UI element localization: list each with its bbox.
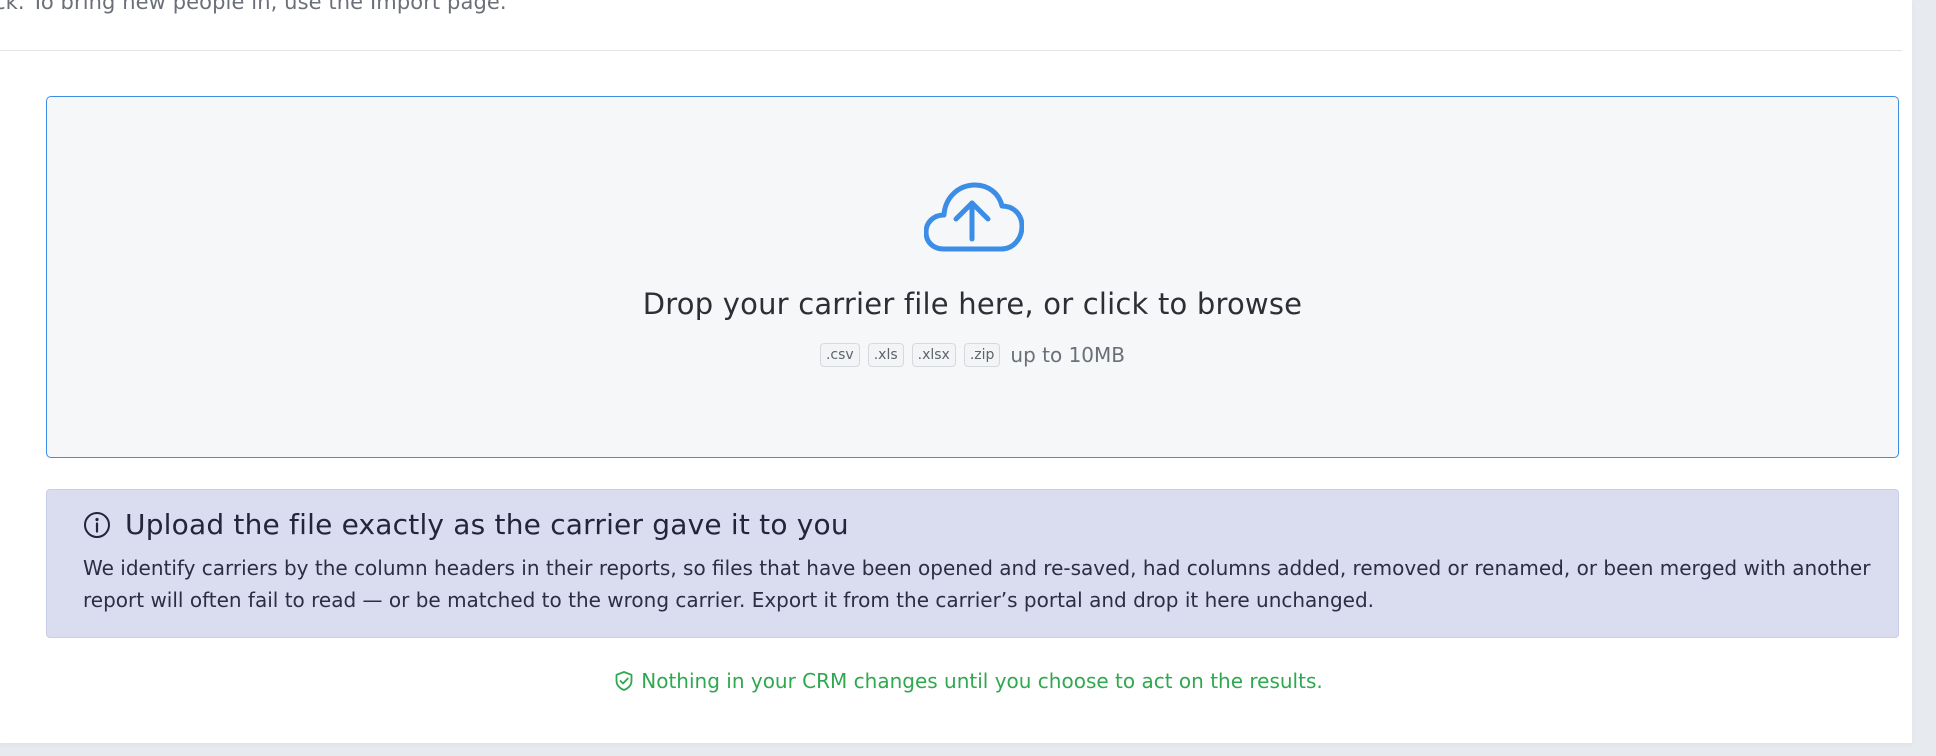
accepted-file-types: .csv .xls .xlsx .zip up to 10MB (47, 343, 1898, 367)
file-type-chip-xlsx: .xlsx (911, 343, 956, 367)
info-icon (84, 511, 110, 538)
assurance-text: Nothing in your CRM changes until you ch… (641, 669, 1323, 693)
file-type-chip-zip: .zip (963, 343, 1001, 367)
divider (0, 50, 1902, 51)
file-type-chip-xls: .xls (867, 343, 904, 367)
assurance-message: Nothing in your CRM changes until you ch… (0, 669, 1936, 693)
intro-text: ck. To bring new people in, use the Impo… (0, 0, 507, 14)
notice-header: Upload the file exactly as the carrier g… (83, 508, 849, 541)
dropzone-title: Drop your carrier file here, or click to… (642, 287, 1303, 321)
file-dropzone[interactable]: Drop your carrier file here, or click to… (46, 96, 1899, 458)
notice-body: We identify carriers by the column heade… (83, 556, 1871, 612)
upload-notice: Upload the file exactly as the carrier g… (46, 489, 1899, 638)
cloud-upload-icon (924, 182, 1024, 252)
upload-panel: ck. To bring new people in, use the Impo… (0, 0, 1912, 743)
file-type-chip-csv: .csv (819, 343, 860, 367)
shield-check-icon (615, 671, 633, 691)
notice-title: Upload the file exactly as the carrier g… (125, 508, 849, 541)
max-size-note: up to 10MB (1010, 343, 1126, 367)
